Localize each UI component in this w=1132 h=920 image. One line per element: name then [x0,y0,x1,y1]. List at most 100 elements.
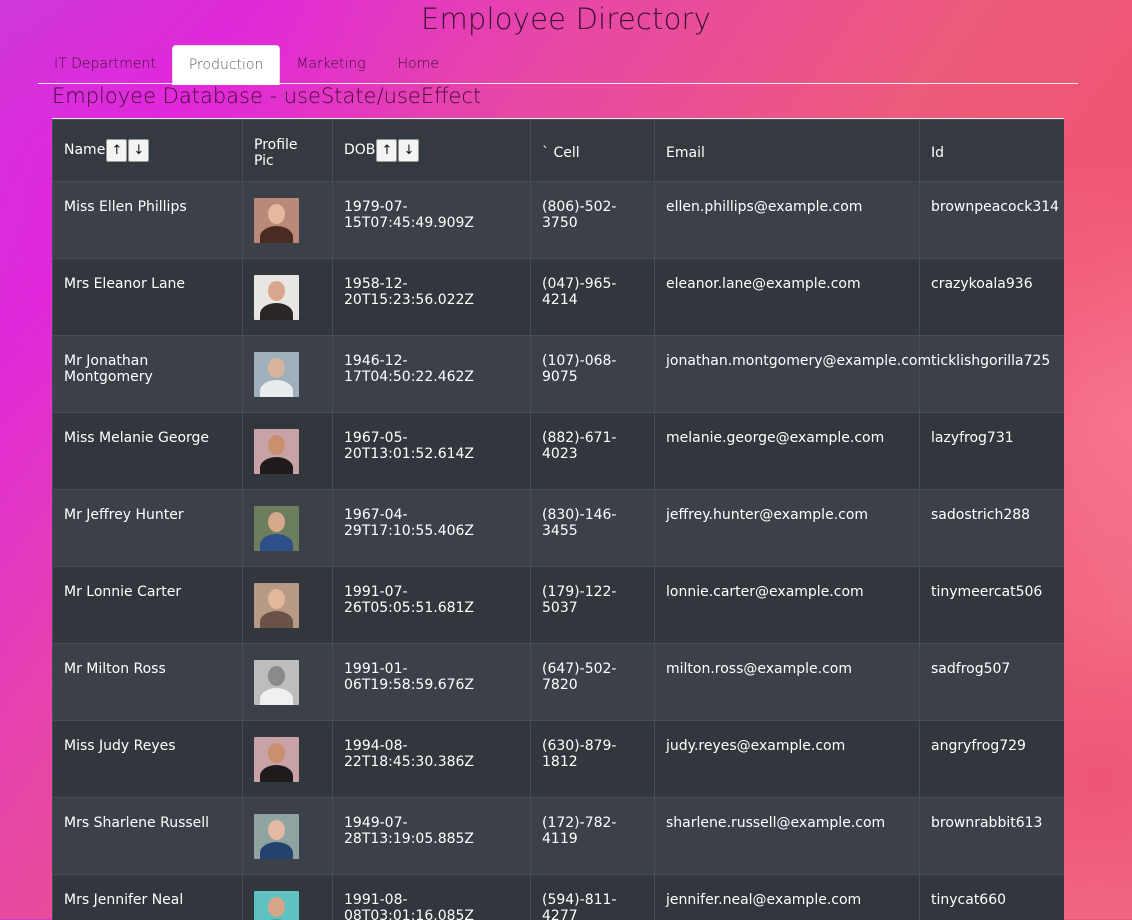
employee-cell: (630)-879-1812 [531,721,655,798]
employee-name: Mr Jonathan Montgomery [53,336,243,413]
avatar-body [260,842,293,859]
avatar [254,660,299,705]
sort-name-ascending-button[interactable]: ↑ [106,139,127,162]
profile-pic-cell [243,336,333,413]
tab-production[interactable]: Production [172,45,280,85]
employee-table: Name↑↓ Profile Pic DOB↑↓ ` Cell Email Id… [52,119,1064,920]
employee-email: jonathan.montgomery@example.com [655,336,920,413]
table-row: Miss Judy Reyes1994-08-22T18:45:30.386Z(… [53,721,1065,798]
employee-cell: (107)-068-9075 [531,336,655,413]
profile-pic-cell [243,875,333,920]
table-row: Miss Ellen Phillips 1979-07-15T07:45:49.9… [53,182,1065,259]
table-row: Mrs Eleanor Lane1958-12-20T15:23:56.022Z… [53,259,1065,336]
table-row: Mrs Jennifer Neal 1991-08-08T03:01:16.085… [53,875,1065,920]
tab-marketing[interactable]: Marketing [280,45,381,83]
employee-id: angryfrog729 [920,721,1065,798]
employee-id: brownpeacock314 [920,182,1065,259]
avatar-head [268,589,285,609]
avatar-body [260,611,293,628]
column-header-dob: DOB↑↓ [333,120,531,182]
employee-id: crazykoala936 [920,259,1065,336]
avatar [254,814,299,859]
avatar-body [260,688,293,705]
table-header: Name↑↓ Profile Pic DOB↑↓ ` Cell Email Id [53,120,1065,182]
avatar-head [268,435,285,455]
column-header-cell: ` Cell [531,120,655,182]
avatar [254,583,299,628]
tab-bar: IT Department Production Marketing Home [38,45,1078,84]
column-header-id: Id [920,120,1065,182]
avatar-body [260,226,293,243]
sort-dob-descending-button[interactable]: ↓ [398,139,419,162]
employee-cell: (172)-782-4119 [531,798,655,875]
employee-email: sharlene.russell@example.com [655,798,920,875]
avatar-body [260,457,293,474]
table-row: Mrs Sharlene Russell 1949-07-28T13:19:05.… [53,798,1065,875]
avatar-head [268,897,285,917]
sort-dob-ascending-button[interactable]: ↑ [376,139,397,162]
avatar-body [260,534,293,551]
column-header-name: Name↑↓ [53,120,243,182]
table-row: Mr Jeffrey Hunter1967-04-29T17:10:55.406… [53,490,1065,567]
page-title: Employee Directory [0,2,1132,36]
employee-id: lazyfrog731 [920,413,1065,490]
table-row: Mr Jonathan Montgomery 1946-12-17T04:50:2… [53,336,1065,413]
employee-dob: 1949-07-28T13:19:05.885Z [333,798,531,875]
employee-dob: 1946-12-17T04:50:22.462Z [333,336,531,413]
employee-name: Mr Milton Ross [53,644,243,721]
employee-cell: (047)-965-4214 [531,259,655,336]
avatar-body [260,765,293,782]
employee-email: ellen.phillips@example.com [655,182,920,259]
profile-pic-cell [243,182,333,259]
profile-pic-cell [243,259,333,336]
employee-dob: 1958-12-20T15:23:56.022Z [333,259,531,336]
name-header-label: Name [64,142,105,158]
employee-cell: (594)-811-4277 [531,875,655,920]
employee-dob: 1967-05-20T13:01:52.614Z [333,413,531,490]
employee-dob: 1991-08-08T03:01:16.085Z [333,875,531,920]
employee-id: sadfrog507 [920,644,1065,721]
profile-pic-cell [243,798,333,875]
employee-id: ticklishgorilla725 [920,336,1065,413]
employee-email: eleanor.lane@example.com [655,259,920,336]
employee-cell: (882)-671-4023 [531,413,655,490]
avatar [254,275,299,320]
employee-table-container: Name↑↓ Profile Pic DOB↑↓ ` Cell Email Id… [52,118,1064,920]
employee-name: Mrs Jennifer Neal [53,875,243,920]
avatar [254,352,299,397]
employee-cell: (830)-146-3455 [531,490,655,567]
avatar-head [268,281,285,301]
profile-pic-cell [243,490,333,567]
employee-email: jennifer.neal@example.com [655,875,920,920]
employee-name: Miss Ellen Phillips [53,182,243,259]
employee-email: milton.ross@example.com [655,644,920,721]
tab-home[interactable]: Home [382,45,455,83]
avatar-head [268,358,285,378]
employee-dob: 1967-04-29T17:10:55.406Z [333,490,531,567]
avatar-head [268,512,285,532]
avatar [254,506,299,551]
employee-dob: 1979-07-15T07:45:49.909Z [333,182,531,259]
profile-pic-cell [243,413,333,490]
employee-id: tinymeercat506 [920,567,1065,644]
table-row: Mr Milton Ross1991-01-06T19:58:59.676Z(6… [53,644,1065,721]
section-subtitle: Employee Database - useState/useEffect [52,84,481,108]
profile-pic-cell [243,721,333,798]
employee-name: Mrs Sharlene Russell [53,798,243,875]
tab-it-department[interactable]: IT Department [38,45,172,83]
profile-pic-cell [243,567,333,644]
avatar [254,198,299,243]
employee-dob: 1991-07-26T05:05:51.681Z [333,567,531,644]
avatar [254,737,299,782]
avatar-head [268,743,285,763]
employee-email: judy.reyes@example.com [655,721,920,798]
employee-name: Mr Lonnie Carter [53,567,243,644]
dob-header-label: DOB [344,142,375,158]
sort-name-descending-button[interactable]: ↓ [128,139,149,162]
column-header-email: Email [655,120,920,182]
avatar [254,429,299,474]
employee-id: sadostrich288 [920,490,1065,567]
avatar-body [260,380,293,397]
employee-email: melanie.george@example.com [655,413,920,490]
employee-cell: (806)-502-3750 [531,182,655,259]
